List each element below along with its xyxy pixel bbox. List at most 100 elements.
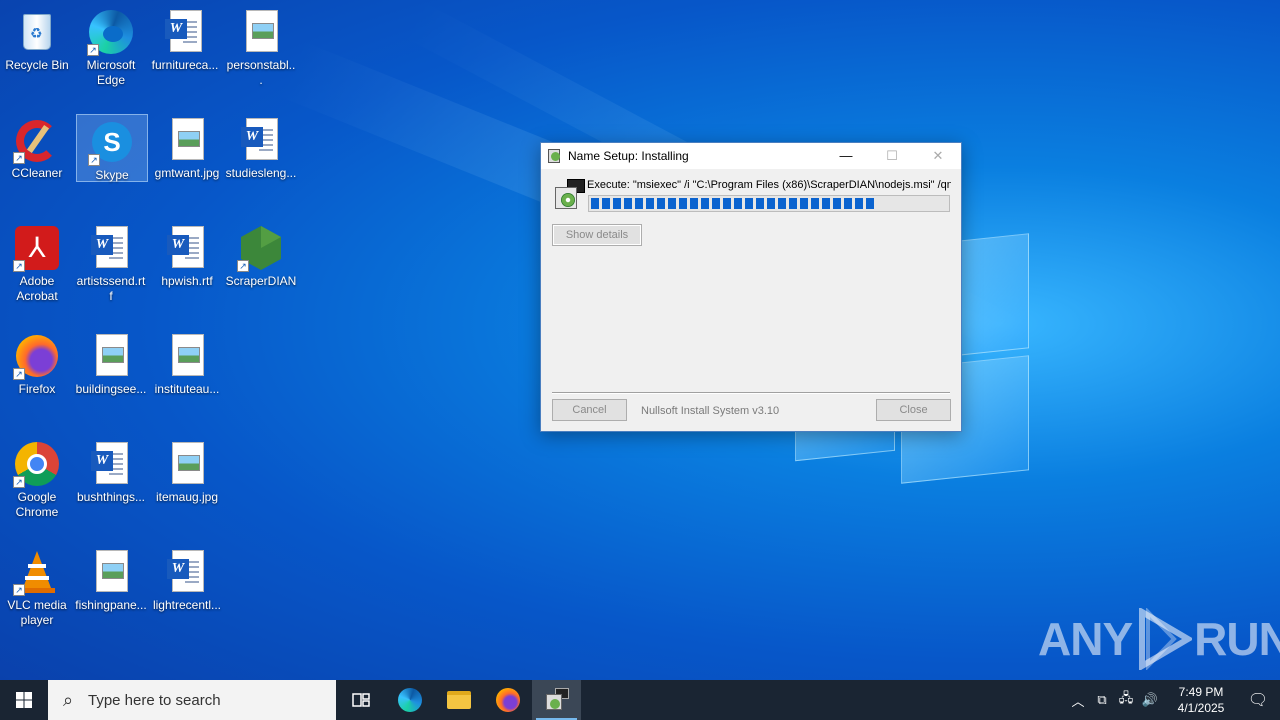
vlc-icon: ↗: [13, 548, 61, 596]
desktop-icon-hpwish[interactable]: W hpwish.rtf: [150, 218, 224, 289]
install-progress-fill: [591, 198, 876, 209]
shortcut-arrow-icon: ↗: [237, 260, 249, 272]
meet-now-icon[interactable]: ⧉: [1090, 692, 1114, 708]
word-doc-icon: W: [163, 548, 211, 596]
cancel-button[interactable]: Cancel: [552, 399, 627, 421]
desktop-icon-label: itemaug.jpg: [155, 490, 219, 504]
image-file-icon: [87, 332, 135, 380]
desktop-icon-itemaug[interactable]: itemaug.jpg: [150, 434, 224, 505]
shortcut-arrow-icon: ↗: [88, 154, 100, 166]
desktop-icon-lightrecentl[interactable]: W lightrecentl...: [150, 542, 224, 613]
desktop-icon-label: Recycle Bin: [5, 58, 69, 72]
folder-icon: [446, 691, 471, 709]
task-view-button[interactable]: [336, 680, 385, 720]
volume-icon[interactable]: 🔊: [1138, 692, 1162, 708]
notification-center-icon[interactable]: 🗨: [1236, 690, 1280, 710]
skype-icon: S ↗: [88, 118, 136, 166]
desktop-icon-gmtwant[interactable]: gmtwant.jpg: [150, 110, 224, 181]
desktop-icon-recycle-bin[interactable]: ♻ Recycle Bin: [0, 2, 74, 73]
desktop-icon-instituteau[interactable]: instituteau...: [150, 326, 224, 397]
desktop-icon-personstabl[interactable]: personstabl...: [224, 2, 298, 88]
image-file-icon: [163, 440, 211, 488]
desktop-icon-label: Firefox: [18, 382, 56, 396]
desktop-icon-firefox[interactable]: ↗ Firefox: [0, 326, 74, 397]
installer-titlebar[interactable]: Name Setup: Installing — ☐ ✕: [541, 143, 961, 169]
network-icon[interactable]: 🖧: [1114, 689, 1138, 711]
taskbar-search-box[interactable]: ⌕ Type here to search: [48, 680, 336, 720]
show-details-button[interactable]: Show details: [552, 224, 642, 246]
desktop-icon-label: artistssend.rtf: [76, 274, 146, 303]
installer-icon: [545, 688, 569, 712]
recycle-bin-icon: ♻: [13, 8, 61, 56]
taskbar: ⌕ Type here to search ︿ ⧉ 🖧 🔊 7:49 PM 4/…: [0, 680, 1280, 720]
desktop-icon-chrome[interactable]: ↗ Google Chrome: [0, 434, 74, 520]
taskbar-clock[interactable]: 7:49 PM 4/1/2025: [1166, 684, 1236, 716]
install-progress-bar: [588, 195, 950, 212]
shortcut-arrow-icon: ↗: [13, 260, 25, 272]
chrome-icon: ↗: [13, 440, 61, 488]
desktop-icon-buildingsee[interactable]: buildingsee...: [74, 326, 148, 397]
show-hidden-icons-chevron-icon[interactable]: ︿: [1066, 691, 1090, 710]
desktop-icon-fishingpane[interactable]: fishingpane...: [74, 542, 148, 613]
clock-time: 7:49 PM: [1178, 685, 1224, 699]
acrobat-icon: ⅄ ↗: [13, 224, 61, 272]
installer-brand-text: Nullsoft Install System v3.10: [641, 405, 780, 417]
edge-icon: [397, 688, 422, 712]
maximize-icon[interactable]: ☐: [869, 143, 915, 169]
edge-icon: ↗: [87, 8, 135, 56]
desktop-icon-label: Skype: [95, 168, 129, 182]
watermark-right-text: RUN: [1194, 613, 1280, 665]
desktop-icon-label: bushthings...: [76, 490, 146, 504]
firefox-icon: ↗: [13, 332, 61, 380]
shortcut-arrow-icon: ↗: [13, 152, 25, 164]
word-doc-icon: W: [87, 224, 135, 272]
desktop-icon-label: personstabl...: [226, 58, 296, 87]
watermark-left-text: ANY: [1038, 613, 1133, 665]
desktop-icon-label: CCleaner: [11, 166, 63, 180]
desktop-icon-label: hpwish.rtf: [161, 274, 213, 288]
taskbar-installer[interactable]: [532, 680, 581, 720]
taskbar-edge[interactable]: [385, 680, 434, 720]
play-icon: [1139, 608, 1193, 670]
clock-date: 4/1/2025: [1177, 701, 1225, 715]
word-doc-icon: W: [163, 224, 211, 272]
installer-title: Name Setup: Installing: [568, 149, 689, 163]
desktop-icon-scraperdian[interactable]: ↗ ScraperDIAN: [224, 218, 298, 289]
desktop-icon-bushthings[interactable]: W bushthings...: [74, 434, 148, 505]
desktop-icon-label: gmtwant.jpg: [154, 166, 220, 180]
word-doc-icon: W: [87, 440, 135, 488]
taskbar-file-explorer[interactable]: [434, 680, 483, 720]
desktop-icon-acrobat[interactable]: ⅄ ↗ Adobe Acrobat: [0, 218, 74, 304]
desktop-icon-label: instituteau...: [154, 382, 220, 396]
image-file-icon: [87, 548, 135, 596]
system-tray: ︿ ⧉ 🖧 🔊 7:49 PM 4/1/2025 🗨: [1066, 680, 1280, 720]
word-doc-icon: W: [161, 8, 209, 56]
desktop-icon-edge[interactable]: ↗ Microsoft Edge: [74, 2, 148, 88]
search-placeholder: Type here to search: [88, 691, 221, 709]
installer-window: Name Setup: Installing — ☐ ✕ Execute: "m…: [540, 142, 962, 432]
search-icon: ⌕: [62, 689, 74, 710]
image-file-icon: [163, 116, 211, 164]
desktop-icon-studiesleng[interactable]: W studiesleng...: [224, 110, 298, 181]
shortcut-arrow-icon: ↗: [13, 584, 25, 596]
desktop-icon-artistssend[interactable]: W artistssend.rtf: [74, 218, 148, 304]
close-icon[interactable]: ✕: [915, 143, 961, 169]
desktop-icon-skype[interactable]: S ↗ Skype: [76, 114, 148, 182]
ccleaner-icon: ↗: [13, 116, 61, 164]
desktop-icon-ccleaner[interactable]: ↗ CCleaner: [0, 110, 74, 181]
minimize-icon[interactable]: —: [823, 143, 869, 169]
close-button[interactable]: Close: [876, 399, 951, 421]
shortcut-arrow-icon: ↗: [13, 368, 25, 380]
start-button[interactable]: [0, 680, 48, 720]
desktop-icon-label: buildingsee...: [75, 382, 147, 396]
task-view-icon: [351, 693, 370, 707]
shortcut-arrow-icon: ↗: [87, 44, 99, 56]
desktop-icon-label: Microsoft Edge: [86, 58, 136, 87]
taskbar-firefox[interactable]: [483, 680, 532, 720]
desktop-icon-furniturecа[interactable]: W furniturecа...: [148, 2, 222, 73]
windows-icon: [16, 692, 32, 708]
firefox-icon: [495, 688, 520, 712]
desktop-icon-label: Google Chrome: [15, 490, 59, 519]
desktop-icon-label: Adobe Acrobat: [16, 274, 58, 303]
desktop-icon-vlc[interactable]: ↗ VLC media player: [0, 542, 74, 628]
